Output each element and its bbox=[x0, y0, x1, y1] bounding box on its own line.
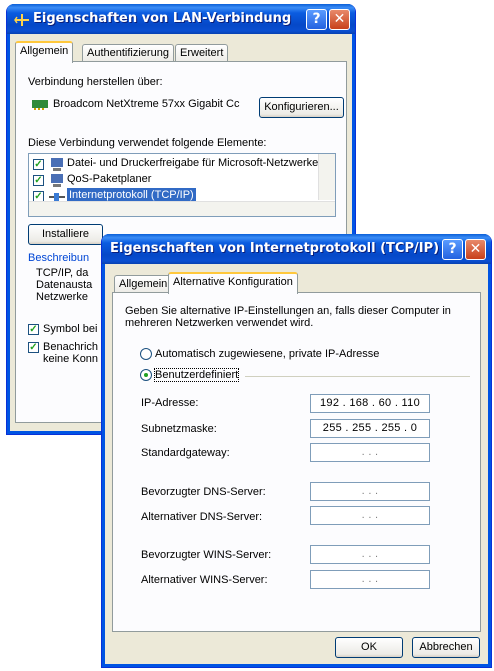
element-checkbox[interactable]: ✓ bbox=[33, 175, 44, 186]
preferred-dns-field[interactable]: . . . bbox=[310, 482, 430, 501]
element-label-selected: Internetprotokoll (TCP/IP) bbox=[67, 188, 196, 202]
list-item[interactable]: ✓ QoS-Paketplaner bbox=[29, 172, 313, 188]
qos-icon bbox=[49, 172, 65, 188]
connect-via-label: Verbindung herstellen über: bbox=[28, 76, 163, 88]
cancel-button[interactable]: Abbrechen bbox=[412, 637, 480, 658]
lan-titlebar[interactable]: Eigenschaften von LAN-Verbindung ? ✕ bbox=[7, 4, 355, 34]
default-gateway-field[interactable]: . . . bbox=[310, 443, 430, 462]
preferred-dns-label: Bevorzugter DNS-Server: bbox=[141, 486, 266, 498]
adapter-name: Broadcom NetXtreme 57xx Gigabit Cc bbox=[53, 98, 240, 110]
preferred-wins-label: Bevorzugter WINS-Server: bbox=[141, 549, 272, 561]
element-label: Datei- und Druckerfreigabe für Microsoft… bbox=[67, 157, 319, 169]
list-vertical-scrollbar[interactable] bbox=[318, 154, 335, 200]
tab-allgemein[interactable]: Allgemein bbox=[114, 275, 173, 293]
tab-alternative-konfiguration[interactable]: Alternative Konfiguration bbox=[168, 272, 298, 294]
notify-label-cont: keine Konn bbox=[43, 353, 99, 365]
description-title: Beschreibun bbox=[28, 252, 90, 264]
auto-ip-radio[interactable] bbox=[140, 348, 152, 360]
alternate-wins-label: Alternativer WINS-Server: bbox=[141, 574, 268, 586]
alternate-dns-label: Alternativer DNS-Server: bbox=[141, 511, 263, 523]
tab-authentifizierung[interactable]: Authentifizierung bbox=[82, 44, 174, 62]
close-button[interactable]: ✕ bbox=[465, 239, 486, 260]
help-button[interactable]: ? bbox=[306, 9, 327, 30]
tab-allgemein[interactable]: Allgemein bbox=[15, 41, 74, 63]
description-line: Netzwerke bbox=[36, 291, 88, 303]
preferred-wins-field[interactable]: . . . bbox=[310, 545, 430, 564]
install-button[interactable]: Installiere bbox=[28, 224, 103, 245]
element-label: QoS-Paketplaner bbox=[67, 173, 152, 185]
subnet-mask-field[interactable]: 255 . 255 . 255 . 0 bbox=[310, 419, 430, 438]
custom-ip-label: Benutzerdefiniert bbox=[153, 368, 240, 382]
group-divider bbox=[245, 376, 470, 377]
network-share-icon bbox=[49, 156, 65, 172]
adapter-icon bbox=[32, 99, 48, 110]
lan-title: Eigenschaften von LAN-Verbindung bbox=[33, 11, 292, 26]
tcpip-properties-window: Eigenschaften von Internetprotokoll (TCP… bbox=[101, 234, 492, 668]
custom-ip-radio[interactable] bbox=[140, 369, 152, 381]
ip-address-label: IP-Adresse: bbox=[141, 397, 199, 409]
default-gateway-label: Standardgateway: bbox=[141, 447, 230, 459]
close-button[interactable]: ✕ bbox=[329, 9, 350, 30]
auto-ip-label: Automatisch zugewiesene, private IP-Adre… bbox=[155, 348, 380, 360]
notify-checkbox[interactable]: ✓ bbox=[28, 342, 39, 353]
subnet-mask-label: Subnetzmaske: bbox=[141, 423, 217, 435]
configure-button[interactable]: Konfigurieren... bbox=[259, 97, 344, 118]
network-icon bbox=[14, 11, 30, 27]
description-line: Datenausta bbox=[36, 279, 93, 291]
list-horizontal-scrollbar[interactable] bbox=[29, 201, 335, 216]
notify-label: Benachrich bbox=[43, 341, 99, 353]
alternate-wins-field[interactable]: . . . bbox=[310, 570, 430, 589]
show-icon-label: Symbol bei bbox=[43, 323, 98, 335]
tcpip-tab-panel: Geben Sie alternative IP-Einstellungen a… bbox=[112, 292, 481, 632]
tcpip-titlebar[interactable]: Eigenschaften von Internetprotokoll (TCP… bbox=[102, 234, 491, 264]
tcpip-title: Eigenschaften von Internetprotokoll (TCP… bbox=[110, 241, 440, 256]
ip-address-field[interactable]: 192 . 168 . 60 . 110 bbox=[310, 394, 430, 413]
elements-label: Diese Verbindung verwendet folgende Elem… bbox=[28, 137, 267, 149]
list-item[interactable]: ✓ Datei- und Druckerfreigabe für Microso… bbox=[29, 156, 318, 172]
show-icon-checkbox[interactable]: ✓ bbox=[28, 324, 39, 335]
alternate-dns-field[interactable]: . . . bbox=[310, 506, 430, 525]
element-checkbox[interactable]: ✓ bbox=[33, 159, 44, 170]
intro-text: Geben Sie alternative IP-Einstellungen a… bbox=[125, 305, 451, 329]
tab-erweitert[interactable]: Erweitert bbox=[175, 44, 229, 62]
protocol-icon bbox=[49, 192, 65, 201]
description-line: TCP/IP, da bbox=[36, 267, 89, 279]
ok-button[interactable]: OK bbox=[335, 637, 403, 658]
elements-list[interactable]: ✓ Datei- und Druckerfreigabe für Microso… bbox=[28, 153, 336, 217]
help-button[interactable]: ? bbox=[442, 239, 463, 260]
